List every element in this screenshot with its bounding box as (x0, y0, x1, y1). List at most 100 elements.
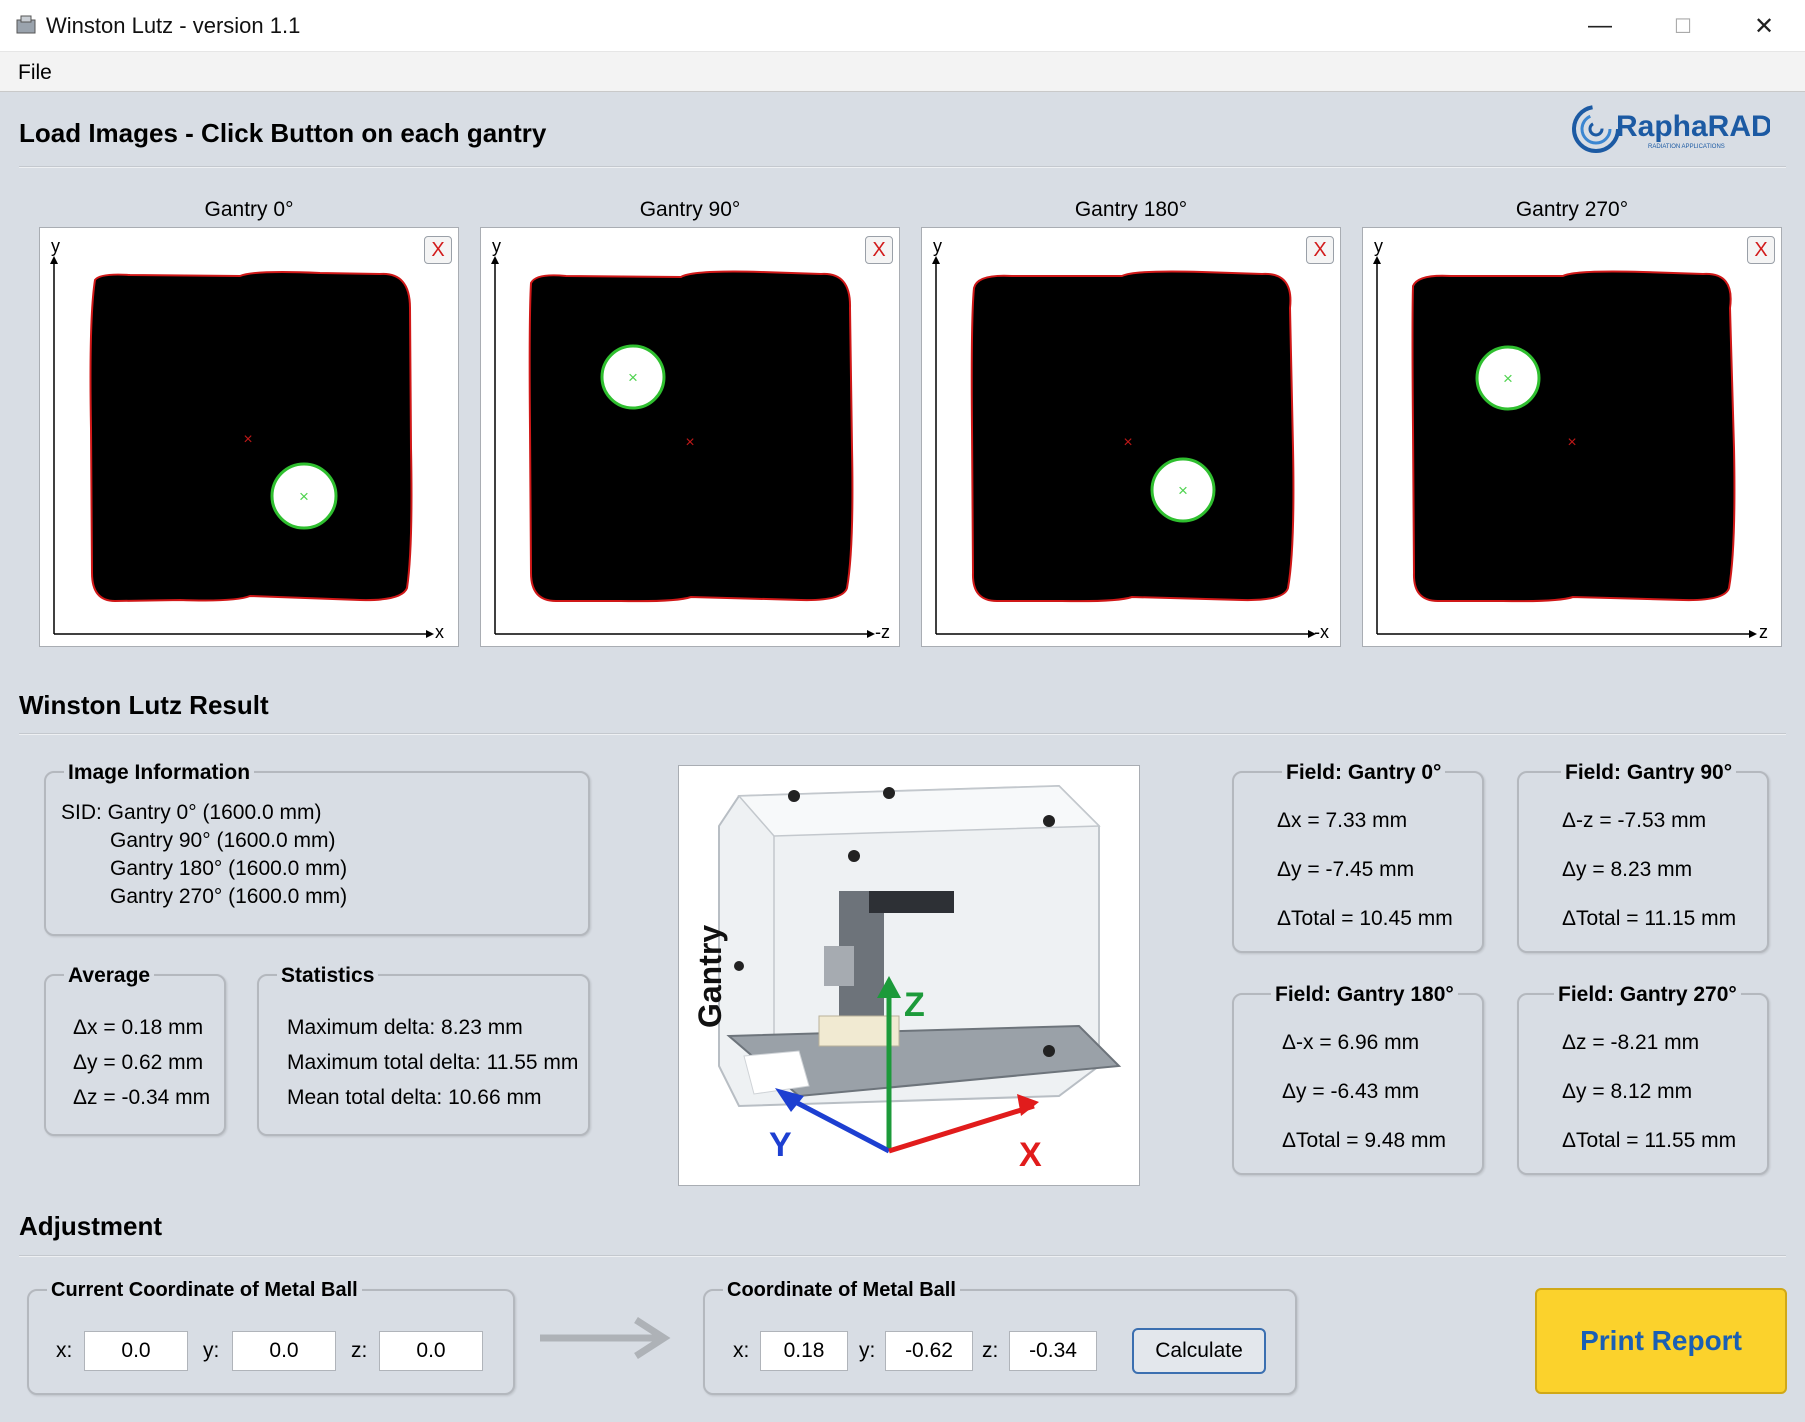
svg-text:RADIATION APPLICATIONS: RADIATION APPLICATIONS (1648, 144, 1725, 150)
print-report-button[interactable]: Print Report (1535, 1288, 1787, 1394)
y-label: y: (859, 1339, 876, 1362)
gantry-270-image: × × (1373, 256, 1757, 638)
gantry-0-image: × × (50, 256, 434, 638)
statistics-title: Statistics (277, 964, 379, 988)
z-label: z: (351, 1339, 368, 1362)
adjustment-title: Adjustment (19, 1211, 162, 1241)
x-label: x: (733, 1339, 750, 1362)
x-label: x: (56, 1339, 73, 1362)
image-information-group: Image Information SID: Gantry 0° (1600.0… (44, 761, 590, 936)
x-axis-label: -z (875, 622, 890, 642)
statistics-mean-total: Mean total delta: 10.66 mm (287, 1086, 542, 1109)
gantry-180-image: × × (932, 256, 1316, 638)
gantry-90-panel[interactable]: × × y -z X (480, 227, 900, 647)
field-delta-1: Δx = 7.33 mm (1277, 809, 1408, 832)
svg-text:×: × (1503, 369, 1513, 388)
svg-text:×: × (1567, 434, 1576, 451)
svg-text:×: × (1178, 481, 1188, 500)
minimize-button[interactable]: — (1560, 0, 1640, 52)
field-gantry-180-title: Field: Gantry 180° (1271, 983, 1458, 1007)
field-gantry-270-title: Field: Gantry 270° (1554, 983, 1741, 1007)
field-gantry-270-group: Field: Gantry 270° Δz = -8.21 mm Δy = 8.… (1517, 983, 1769, 1175)
y-axis-label: y (933, 236, 942, 256)
current-coordinate-group: Current Coordinate of Metal Ball x: 0.0 … (27, 1279, 515, 1395)
y-label: y: (203, 1339, 220, 1362)
target-z-input[interactable]: -0.34 (1009, 1331, 1097, 1371)
field-delta-1: Δ-z = -7.53 mm (1562, 809, 1707, 832)
maximize-button[interactable]: ☐ (1643, 0, 1723, 52)
svg-text:×: × (1123, 434, 1132, 451)
target-coordinate-title: Coordinate of Metal Ball (723, 1279, 960, 1302)
field-delta-total: ΔTotal = 9.48 mm (1282, 1129, 1447, 1152)
gantry-0-label: Gantry 0° (204, 198, 294, 221)
axis-x-label: X (1019, 1136, 1042, 1174)
sid-line: SID: Gantry 0° (1600.0 mm) (61, 801, 322, 824)
target-x-input[interactable]: 0.18 (760, 1331, 848, 1371)
field-delta-1: Δ-x = 6.96 mm (1282, 1031, 1420, 1054)
field-delta-2: Δy = 8.23 mm (1562, 858, 1693, 881)
average-dy: Δy = 0.62 mm (73, 1051, 204, 1074)
statistics-max-delta: Maximum delta: 8.23 mm (287, 1016, 523, 1039)
average-dx: Δx = 0.18 mm (73, 1016, 204, 1039)
current-x-input[interactable]: 0.0 (84, 1331, 188, 1371)
gantry-270-panel[interactable]: × × y z X (1362, 227, 1782, 647)
svg-text:RaphaRAD: RaphaRAD (1616, 110, 1770, 143)
x-axis-label: -x (1314, 622, 1329, 642)
x-axis-label: z (1759, 622, 1768, 642)
gantry-180-panel[interactable]: × × y -x X (921, 227, 1341, 647)
svg-text:×: × (299, 487, 309, 506)
app-icon (16, 15, 36, 34)
separator (19, 1255, 1786, 1257)
field-delta-total: ΔTotal = 11.55 mm (1562, 1129, 1737, 1152)
title-bar: Winston Lutz - version 1.1 — ☐ ✕ (0, 0, 1805, 52)
gantry-180-label: Gantry 180° (1074, 198, 1188, 221)
field-delta-2: Δy = -6.43 mm (1282, 1080, 1420, 1103)
gantry-label: Gantry (692, 925, 728, 1028)
current-y-input[interactable]: 0.0 (232, 1331, 336, 1371)
sid-line: Gantry 270° (1600.0 mm) (110, 885, 348, 908)
menu-bar: File (0, 52, 1805, 92)
field-gantry-0-group: Field: Gantry 0° Δx = 7.33 mm Δy = -7.45… (1232, 761, 1484, 953)
remove-image-button[interactable]: X (424, 236, 452, 264)
gantry-270-label: Gantry 270° (1515, 198, 1629, 221)
arrow-right-icon (540, 1317, 671, 1359)
y-axis-label: y (1374, 236, 1383, 256)
current-z-input[interactable]: 0.0 (379, 1331, 483, 1371)
svg-text:×: × (685, 434, 694, 451)
remove-image-button[interactable]: X (1747, 236, 1775, 264)
calculate-button[interactable]: Calculate (1132, 1328, 1266, 1374)
load-images-title: Load Images - Click Button on each gantr… (19, 118, 547, 148)
gantry-90-image: × × (491, 256, 875, 638)
separator (19, 733, 1786, 735)
sid-line: Gantry 90° (1600.0 mm) (110, 829, 336, 852)
gantry-0-panel[interactable]: × × y x X (39, 227, 459, 647)
statistics-group: Statistics Maximum delta: 8.23 mm Maximu… (257, 964, 590, 1136)
window-title: Winston Lutz - version 1.1 (46, 13, 301, 38)
z-label: z: (982, 1339, 999, 1362)
field-gantry-0-title: Field: Gantry 0° (1282, 761, 1446, 785)
x-axis-label: x (435, 622, 444, 642)
separator (19, 166, 1786, 168)
result-title: Winston Lutz Result (19, 690, 269, 720)
remove-image-button[interactable]: X (1306, 236, 1334, 264)
field-delta-2: Δy = -7.45 mm (1277, 858, 1415, 881)
svg-text:×: × (628, 368, 638, 387)
field-delta-2: Δy = 8.12 mm (1562, 1080, 1693, 1103)
menu-file[interactable]: File (18, 61, 52, 85)
statistics-max-total: Maximum total delta: 11.55 mm (287, 1051, 579, 1074)
svg-text:×: × (243, 431, 252, 448)
average-group: Average Δx = 0.18 mm Δy = 0.62 mm Δz = -… (44, 964, 226, 1136)
rapharad-logo: RaphaRAD RADIATION APPLICATIONS (1572, 105, 1770, 153)
current-coordinate-title: Current Coordinate of Metal Ball (47, 1279, 362, 1302)
target-y-input[interactable]: -0.62 (885, 1331, 973, 1371)
remove-image-button[interactable]: X (865, 236, 893, 264)
phantom-setup-image: Gantry Z Y X (678, 765, 1140, 1186)
field-gantry-90-group: Field: Gantry 90° Δ-z = -7.53 mm Δy = 8.… (1517, 761, 1769, 953)
close-window-button[interactable]: ✕ (1724, 0, 1804, 52)
sid-line: Gantry 180° (1600.0 mm) (110, 857, 348, 880)
gantry-90-label: Gantry 90° (639, 198, 741, 221)
field-gantry-180-group: Field: Gantry 180° Δ-x = 6.96 mm Δy = -6… (1232, 983, 1484, 1175)
y-axis-label: y (51, 236, 60, 256)
axis-z-label: Z (904, 986, 925, 1024)
field-delta-total: ΔTotal = 10.45 mm (1277, 907, 1453, 930)
